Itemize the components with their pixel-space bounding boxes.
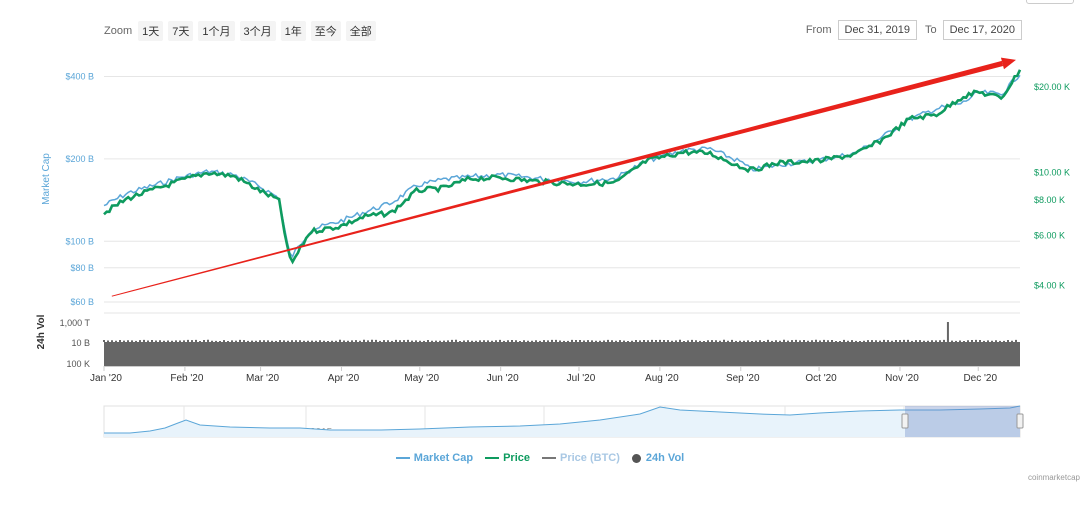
vol-dot-icon (631, 453, 641, 463)
left-tick-label: $200 B (65, 154, 94, 164)
x-tick-label: Jan '20 (90, 373, 122, 384)
x-tick-label: May '20 (404, 373, 439, 384)
right-tick-label: $4.00 K (1034, 281, 1065, 291)
navigator-left-handle (901, 413, 909, 429)
legend-label-price-btc: Price (BTC) (560, 452, 620, 464)
x-tick-label: Apr '20 (328, 373, 360, 384)
legend: Market Cap Price Price (BTC) 24h Vol (0, 452, 1080, 464)
x-tick-label: Dec '20 (963, 373, 997, 384)
left-tick-label: $60 B (70, 297, 94, 307)
volume-tick-label: 10 B (71, 338, 90, 348)
x-tick-label: Jul '20 (567, 373, 596, 384)
x-tick-label: Jun '20 (487, 373, 519, 384)
trend-arrow-head (1000, 57, 1016, 70)
legend-label-market-cap: Market Cap (413, 452, 474, 464)
volume-tick-label: 1,000 T (60, 318, 91, 328)
volume-tick-label: 100 K (66, 359, 90, 369)
legend-item-price[interactable]: Price (485, 452, 530, 464)
legend-label-24h-vol: 24h Vol (645, 452, 685, 464)
x-tick-label: Oct '20 (805, 373, 837, 384)
left-tick-label: $400 B (65, 72, 94, 82)
series-price-line (103, 69, 1022, 265)
series-market-cap-line (103, 74, 1021, 259)
volume-spike-bar (946, 322, 949, 342)
volume-bar-tops (103, 339, 1017, 342)
legend-label-price: Price (503, 452, 530, 464)
navigator-selection (905, 406, 1020, 437)
right-tick-label: $6.00 K (1034, 231, 1065, 241)
legend-item-price-btc[interactable]: Price (BTC) (542, 452, 620, 464)
right-tick-label: $8.00 K (1034, 195, 1065, 205)
price-chart: $60 B $80 B $100 B $200 B $400 B $4.00 K $6.00… (36, 57, 1070, 438)
left-tick-label: $80 B (70, 263, 94, 273)
credit-text: coinmarketcap (1027, 473, 1080, 482)
right-tick-label: $10.00 K (1034, 168, 1070, 178)
legend-item-24h-vol[interactable]: 24h Vol (631, 452, 685, 464)
right-tick-label: $20.00 K (1034, 82, 1070, 92)
x-tick-label: Nov '20 (885, 373, 919, 384)
left-tick-label: $100 B (65, 236, 94, 246)
volume-axis-title: 24h Vol (36, 314, 47, 349)
price-swatch (485, 457, 500, 459)
volume-bars (104, 342, 1020, 366)
price-btc-swatch (542, 457, 556, 459)
x-tick-label: Aug '20 (645, 373, 679, 384)
left-axis-title: Market Cap (41, 153, 52, 205)
market-cap-swatch (395, 457, 410, 459)
x-tick-label: Sep '20 (726, 373, 760, 384)
x-tick-label: Feb '20 (170, 373, 203, 384)
navigator-right-handle (1016, 413, 1024, 429)
x-tick-label: Mar '20 (246, 373, 279, 384)
legend-item-market-cap[interactable]: Market Cap (395, 452, 474, 464)
